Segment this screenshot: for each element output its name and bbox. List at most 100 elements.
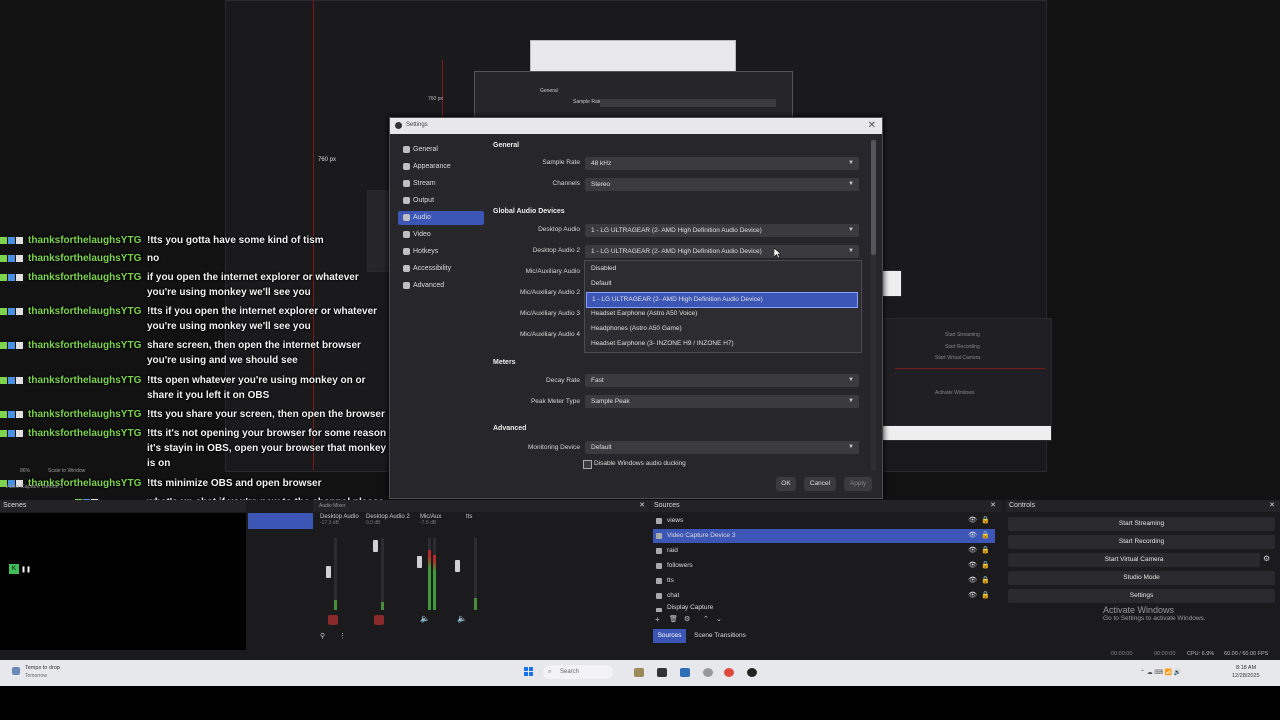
ducking-checkbox[interactable] (583, 460, 592, 469)
gear-icon[interactable]: ⚙ (684, 615, 690, 623)
eye-icon[interactable]: 👁 (968, 514, 977, 528)
peak-meter-label: Peak Meter Type (530, 398, 580, 405)
desktop-audio-select[interactable]: 1 - LG ULTRAGEAR (2- AMD High Definition… (585, 224, 859, 237)
taskbar-app-icon[interactable] (634, 668, 644, 677)
background-settings-window-2 (474, 71, 793, 123)
mixer-channel-mic-aux: Mic/Aux -7.6 dB (420, 514, 442, 526)
tab-scene-transitions[interactable]: Scene Transitions (690, 629, 750, 643)
close-icon[interactable]: ✕ (868, 120, 876, 131)
desktop-audio-2-select[interactable]: 1 - LG ULTRAGEAR (2- AMD High Definition… (585, 245, 859, 258)
close-icon[interactable]: ✕ (990, 500, 996, 512)
lock-icon[interactable]: 🔒 (981, 559, 990, 573)
chevron-down-icon: ▼ (848, 160, 854, 166)
link-icon[interactable]: ⚲ (320, 632, 325, 640)
dropdown-option[interactable]: Headset Earphone (3- INZONE H9 / INZONE … (586, 337, 858, 351)
lock-icon[interactable]: 🔒 (981, 544, 990, 558)
nav-output[interactable]: Output (398, 194, 484, 208)
scene-selected[interactable] (248, 513, 313, 529)
add-icon[interactable]: + (655, 615, 660, 624)
nav-stream[interactable]: Stream (398, 177, 484, 191)
wrench-icon (403, 282, 410, 289)
chat-text: !tts you gotta have some kind of tism (147, 235, 324, 246)
volume-meter (428, 538, 431, 610)
peak-meter-select[interactable]: Sample Peak ▼ (585, 395, 859, 408)
windows-start-icon[interactable] (524, 667, 534, 677)
source-item-selected[interactable]: Video Capture Device 3 👁 🔒 (653, 529, 995, 543)
close-icon[interactable]: ✕ (1269, 500, 1275, 512)
lock-icon[interactable]: 🔒 (981, 514, 990, 528)
dropdown-option[interactable]: Headphones (Astro A50 Game) (586, 322, 858, 336)
browser-icon (656, 563, 662, 569)
source-item[interactable]: Display Capture (653, 604, 995, 612)
more-options-icon[interactable]: ⋮ (339, 632, 346, 640)
lock-icon[interactable]: 🔒 (981, 574, 990, 588)
tab-sources[interactable]: Sources (653, 629, 686, 643)
eye-icon[interactable]: 👁 (968, 559, 977, 573)
source-item[interactable]: tts 👁 🔒 (653, 574, 995, 588)
chat-text: !tts open whatever you're using monkey o… (147, 375, 366, 401)
arrow-down-icon[interactable]: ⌄ (716, 615, 722, 623)
mixer-channel-desktop-audio-2: Desktop Audio 2 0.0 dB (366, 514, 410, 526)
close-icon[interactable]: ✕ (639, 500, 645, 512)
dropdown-option[interactable]: Headset Earphone (Astro A50 Voice) (586, 307, 858, 321)
mute-icon[interactable] (374, 615, 384, 625)
eye-icon[interactable]: 👁 (968, 544, 977, 558)
source-item[interactable]: raid 👁 🔒 (653, 544, 995, 558)
eye-icon[interactable]: 👁 (968, 529, 977, 543)
volume-slider-handle[interactable] (417, 556, 422, 568)
volume-meter (334, 538, 337, 610)
settings-button[interactable]: Settings (1008, 589, 1275, 603)
speaker-icon[interactable]: 🔈 (420, 614, 430, 623)
gear-icon[interactable]: ⚙ (1263, 554, 1270, 563)
nav-hotkeys[interactable]: Hotkeys (398, 245, 484, 259)
monitoring-device-select[interactable]: Default ▼ (585, 441, 859, 454)
start-streaming-button[interactable]: Start Streaming (1008, 517, 1275, 531)
ok-button[interactable]: OK (776, 477, 796, 491)
volume-slider-handle[interactable] (455, 560, 460, 572)
section-global-audio: Global Audio Devices (493, 208, 565, 215)
mute-icon[interactable] (328, 615, 338, 625)
taskbar-app-icon[interactable] (657, 668, 667, 677)
arrow-up-icon[interactable]: ⌃ (703, 615, 709, 623)
cancel-button[interactable]: Cancel (804, 477, 836, 491)
section-meters: Meters (493, 359, 516, 366)
eye-icon[interactable]: 👁 (968, 574, 977, 588)
eye-icon[interactable]: 👁 (968, 589, 977, 603)
taskbar-app-icon[interactable] (703, 668, 713, 677)
globe-icon (403, 180, 410, 187)
nav-appearance[interactable]: Appearance (398, 160, 484, 174)
source-item[interactable]: views 👁 🔒 (653, 514, 995, 528)
nav-video[interactable]: Video (398, 228, 484, 242)
volume-slider-handle[interactable] (373, 540, 378, 552)
volume-slider-handle[interactable] (326, 566, 331, 578)
source-item[interactable]: chat 👁 🔒 (653, 589, 995, 603)
lock-icon[interactable]: 🔒 (981, 529, 990, 543)
channels-select[interactable]: Stereo ▼ (585, 178, 859, 191)
desktop-audio-2-dropdown[interactable]: Disabled Default 1 - LG ULTRAGEAR (2- AM… (584, 260, 862, 353)
nav-advanced[interactable]: Advanced (398, 279, 484, 293)
lock-icon[interactable]: 🔒 (981, 589, 990, 603)
dropdown-option[interactable]: Disabled (586, 262, 858, 276)
decay-rate-select[interactable]: Fast ▼ (585, 374, 859, 387)
dropdown-option-selected[interactable]: 1 - LG ULTRAGEAR (2- AMD High Definition… (586, 292, 858, 308)
dropdown-option[interactable]: Default (586, 277, 858, 291)
nav-accessibility[interactable]: Accessibility (398, 262, 484, 276)
tray-icons[interactable]: ⌃ ☁ ⌨ 📶 🔊 (1140, 669, 1181, 676)
chrome-icon[interactable] (724, 668, 734, 677)
obs-icon[interactable] (747, 668, 757, 677)
apply-button[interactable]: Apply (844, 477, 872, 491)
speaker-icon[interactable]: 🔈 (457, 614, 467, 623)
start-virtual-camera-button[interactable]: Start Virtual Camera (1008, 553, 1260, 567)
scrollbar-thumb[interactable] (871, 140, 876, 255)
taskbar-app-icon[interactable] (680, 668, 690, 677)
source-item[interactable]: followers 👁 🔒 (653, 559, 995, 573)
nav-audio[interactable]: Audio (398, 211, 484, 225)
sample-rate-select[interactable]: 48 kHz ▼ (585, 157, 859, 170)
studio-mode-button[interactable]: Studio Mode (1008, 571, 1275, 585)
taskbar-search[interactable]: ⌕ Search (543, 665, 613, 679)
nav-general[interactable]: General (398, 143, 484, 157)
start-recording-button[interactable]: Start Recording (1008, 535, 1275, 549)
chat-text: !tts if you open the internet explorer o… (147, 306, 378, 332)
settings-scrollbar[interactable] (871, 140, 876, 470)
trash-icon[interactable]: 🗑 (669, 615, 678, 623)
